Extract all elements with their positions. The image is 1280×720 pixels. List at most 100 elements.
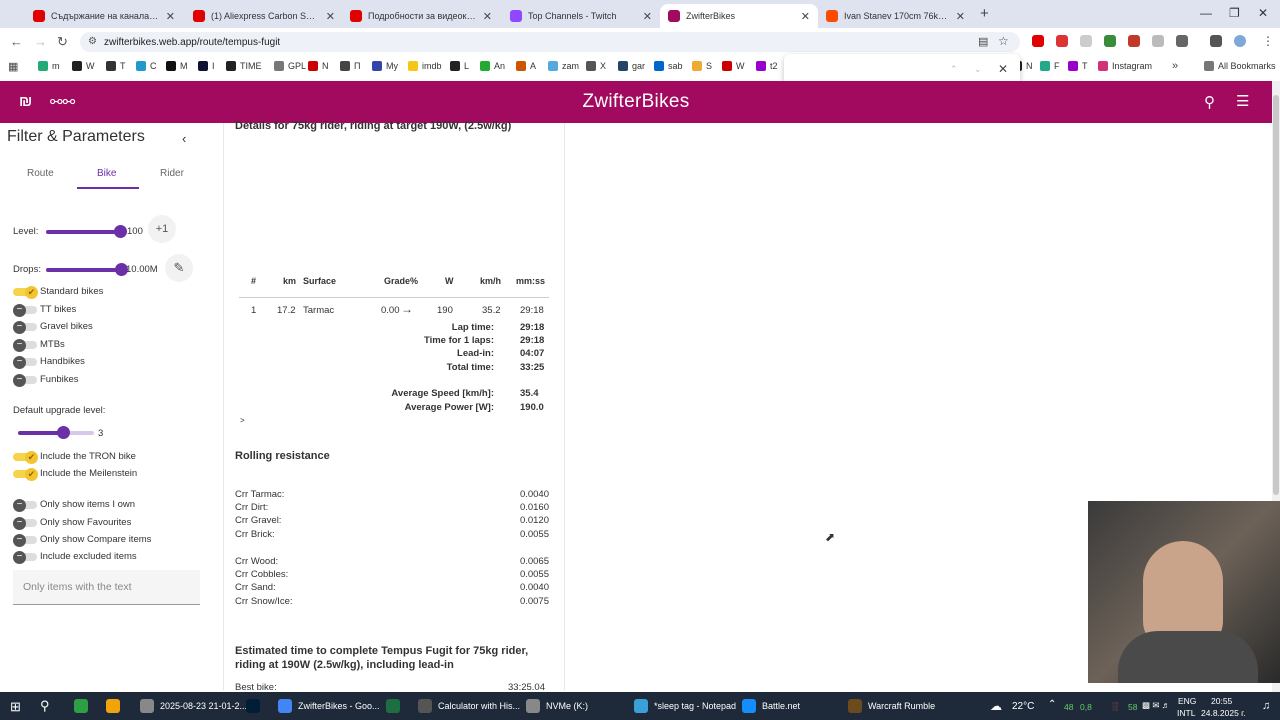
extension-cast-icon[interactable] <box>1080 35 1092 47</box>
clock-date[interactable]: 24.8.2025 г. <box>1201 708 1246 718</box>
bookmark-item[interactable]: imdb <box>408 61 442 71</box>
taskbar-app[interactable]: 2025-08-23 21-01-2... <box>140 692 247 720</box>
drops-slider-track[interactable] <box>46 268 122 272</box>
extensions-puzzle-icon[interactable] <box>1176 35 1188 47</box>
bookmark-star-icon[interactable]: ☆ <box>998 34 1009 48</box>
find-input[interactable] <box>792 62 932 78</box>
language-layout[interactable]: INTL <box>1177 708 1195 718</box>
forward-icon[interactable]: → <box>34 34 47 49</box>
bookmark-item[interactable]: T <box>106 61 126 71</box>
taskbar-app[interactable]: Battle.net <box>742 692 800 720</box>
browser-menu-icon[interactable]: ⋮ <box>1262 34 1274 48</box>
bookmark-item[interactable]: sab <box>654 61 683 71</box>
browser-tab[interactable]: Подробности за видеоклипа ✕ <box>342 4 500 28</box>
toggle-off-switch[interactable]: − <box>13 517 37 530</box>
extension-shield-icon[interactable] <box>1152 35 1164 47</box>
bike-icon[interactable]: ⚯⚯ <box>50 93 75 111</box>
taskbar-app[interactable] <box>106 692 126 720</box>
bookmark-item[interactable]: S <box>692 61 712 71</box>
bookmark-item[interactable]: П <box>340 61 360 71</box>
browser-tab[interactable]: Съдържание на канала - YouTube ✕ <box>25 4 183 28</box>
new-tab-button[interactable]: + <box>980 5 989 22</box>
bookmark-item[interactable]: gar <box>618 61 645 71</box>
toggle-off-switch[interactable]: − <box>13 304 37 317</box>
bookmark-item[interactable]: t2 <box>756 61 778 71</box>
edit-pencil-icon[interactable]: ✎ <box>165 254 193 282</box>
toggle-off-switch[interactable]: − <box>13 339 37 352</box>
bookmark-item[interactable]: C <box>136 61 157 71</box>
bookmark-item[interactable]: W <box>722 61 745 71</box>
taskbar-app[interactable] <box>386 692 406 720</box>
find-next-icon[interactable]: ⌄ <box>974 64 982 75</box>
close-window-icon[interactable]: ✕ <box>1258 6 1268 20</box>
notification-bell-icon[interactable]: ♫ <box>1262 700 1270 712</box>
reload-icon[interactable]: ↻ <box>57 34 68 50</box>
clock-time[interactable]: 20:55 <box>1211 696 1232 706</box>
taskbar-app[interactable]: Warcraft Rumble <box>848 692 935 720</box>
taskbar-app[interactable]: Calculator with His... <box>418 692 520 720</box>
browser-tab[interactable]: Top Channels - Twitch ✕ <box>502 4 660 28</box>
tray-chevron-icon[interactable]: ⌃ <box>1048 699 1056 710</box>
windows-start-icon[interactable]: ⊞ <box>10 699 21 715</box>
hamburger-menu-icon[interactable]: ☰ <box>1236 92 1249 110</box>
extension-adblock-icon[interactable] <box>1056 35 1068 47</box>
bookmark-item[interactable]: zam <box>548 61 579 71</box>
toggle-off-switch[interactable]: − <box>13 534 37 547</box>
tab-close-icon[interactable]: ✕ <box>956 10 965 23</box>
toggle-off-switch[interactable]: − <box>13 321 37 334</box>
level-plus-button[interactable]: +1 <box>148 215 176 243</box>
extension-red-icon[interactable] <box>1128 35 1140 47</box>
back-icon[interactable]: ← <box>10 34 23 49</box>
language-code[interactable]: ENG <box>1178 696 1196 706</box>
minimize-icon[interactable]: — <box>1200 6 1212 20</box>
bookmark-item[interactable]: m <box>38 61 60 71</box>
media-icon[interactable] <box>1210 35 1222 47</box>
level-slider-track[interactable] <box>46 230 122 234</box>
tab-close-icon[interactable]: ✕ <box>483 10 492 23</box>
bookmark-item[interactable]: T <box>1068 61 1088 71</box>
browser-tab[interactable]: (1) Aliexpress Carbon Saddle Ki ✕ <box>185 4 343 28</box>
search-icon[interactable]: ⚲ <box>1204 93 1215 111</box>
more-bookmarks-icon[interactable]: » <box>1172 60 1178 72</box>
level-slider-thumb[interactable] <box>114 225 127 238</box>
site-info-icon[interactable]: ⚙ <box>88 36 97 47</box>
taskbar-app[interactable]: NVMe (K:) <box>526 692 588 720</box>
toggle-on-switch[interactable]: ✔ <box>13 468 38 481</box>
taskbar-app[interactable]: *sleep tag - Notepad <box>634 692 736 720</box>
restore-icon[interactable]: ❐ <box>1229 6 1240 20</box>
tab-route[interactable]: Route <box>27 168 54 179</box>
collapse-sidebar-icon[interactable]: ‹ <box>182 131 186 146</box>
logo-icon[interactable]: ₪ <box>19 93 32 110</box>
toggle-off-switch[interactable]: − <box>13 551 37 564</box>
extension-green-icon[interactable] <box>1104 35 1116 47</box>
bookmark-item[interactable]: X <box>586 61 606 71</box>
upgrade-slider-thumb[interactable] <box>57 426 70 439</box>
taskbar-search-icon[interactable]: ⚲ <box>40 698 50 714</box>
weather-temp[interactable]: 22°C <box>1012 701 1034 712</box>
browser-tab[interactable]: Ivan Stanev 170cm 76kg | Strava ✕ <box>818 4 973 28</box>
toggle-off-switch[interactable]: − <box>13 356 37 369</box>
all-bookmarks-folder[interactable]: All Bookmarks <box>1204 61 1276 71</box>
tray-icons[interactable]: ▩ ✉ ♬ <box>1142 700 1170 711</box>
install-app-icon[interactable]: ▤ <box>978 35 988 48</box>
tab-close-icon[interactable]: ✕ <box>643 10 652 23</box>
bookmark-item[interactable]: L <box>450 61 469 71</box>
bookmark-item[interactable]: M <box>166 61 188 71</box>
find-prev-icon[interactable]: ⌃ <box>950 64 958 75</box>
bookmark-item[interactable]: TIME <box>226 61 262 71</box>
toggle-off-switch[interactable]: − <box>13 374 37 387</box>
toggle-on-switch[interactable]: ✔ <box>13 451 38 464</box>
tab-bike[interactable]: Bike <box>97 168 116 179</box>
weather-icon[interactable]: ☁ <box>990 699 1002 713</box>
toggle-off-switch[interactable]: − <box>13 499 37 512</box>
profile-avatar[interactable] <box>1234 35 1246 47</box>
page-scrollbar-thumb[interactable] <box>1273 95 1279 495</box>
taskbar-app[interactable] <box>74 692 94 720</box>
tab-close-icon[interactable]: ✕ <box>326 10 335 23</box>
browser-tab[interactable]: ZwifterBikes ✕ <box>660 4 818 28</box>
tab-close-icon[interactable]: ✕ <box>801 10 810 23</box>
taskbar-app[interactable] <box>246 692 266 720</box>
text-filter-input[interactable]: Only items with the text <box>13 570 200 605</box>
bookmark-item[interactable]: Instagram <box>1098 61 1152 71</box>
bookmark-item[interactable]: An <box>480 61 505 71</box>
